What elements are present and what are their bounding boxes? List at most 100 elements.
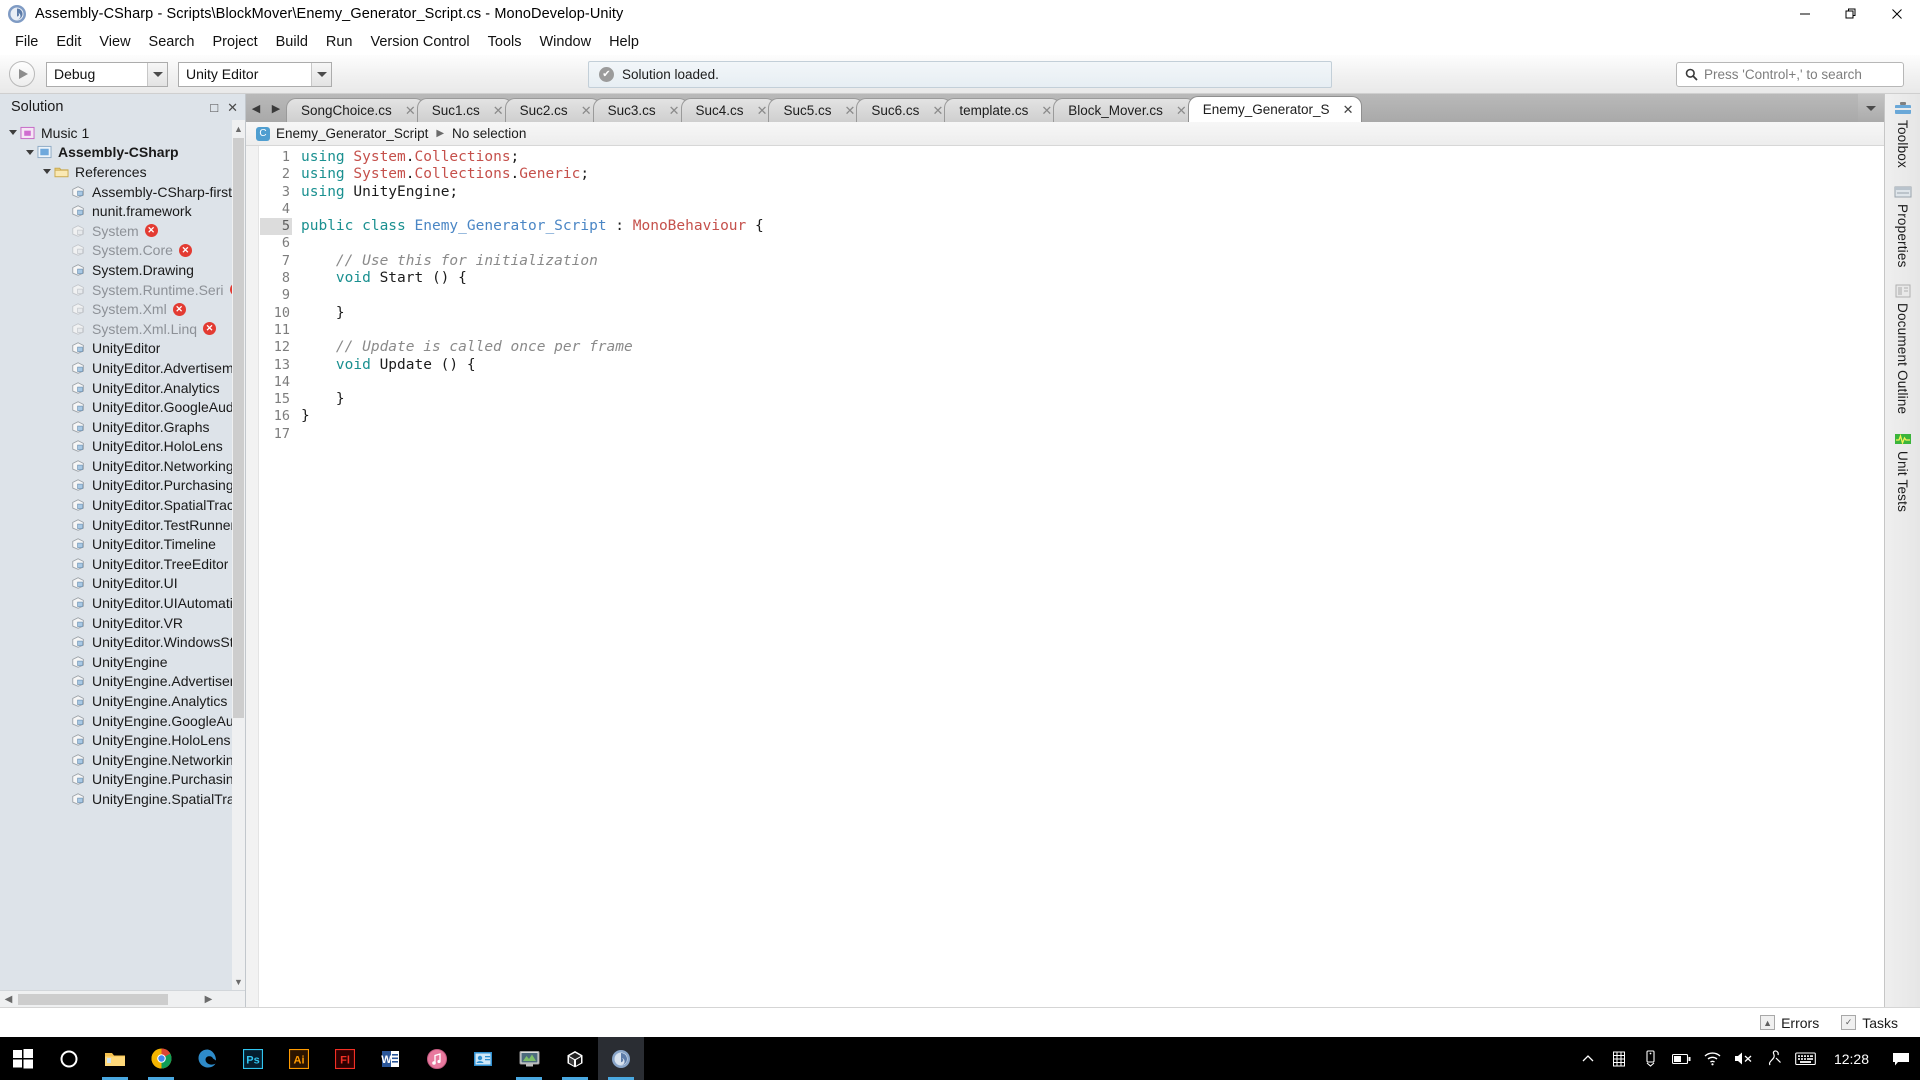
code-line[interactable]: 5 public class Enemy_Generator_Script : M… bbox=[260, 218, 1884, 236]
tree-item[interactable]: UnityEditor bbox=[0, 339, 245, 359]
tasks-pad-button[interactable]: ✓ Tasks bbox=[1841, 1015, 1898, 1031]
editor-tab[interactable]: Suc1.cs ✕ bbox=[416, 98, 513, 122]
tree-item[interactable]: UnityEngine.SpatialTracking bbox=[0, 789, 245, 809]
tabs-scroll-left-button[interactable]: ◀ bbox=[246, 94, 266, 122]
code-line[interactable]: 14 bbox=[260, 374, 1884, 391]
tree-item[interactable]: UnityEditor.WindowsStandalone bbox=[0, 632, 245, 652]
menu-item-file[interactable]: File bbox=[6, 31, 47, 53]
code-line[interactable]: 15 } bbox=[260, 391, 1884, 408]
tabs-scroll-right-button[interactable]: ▶ bbox=[266, 94, 286, 122]
taskbar-microsoft-edge[interactable] bbox=[184, 1037, 230, 1080]
expander-triangle-icon[interactable] bbox=[6, 130, 20, 136]
tab-close-icon[interactable]: ✕ bbox=[1343, 102, 1354, 118]
taskbar-start-button[interactable] bbox=[0, 1037, 46, 1080]
runtime-dropdown[interactable]: Unity Editor bbox=[178, 61, 332, 87]
menu-item-help[interactable]: Help bbox=[600, 31, 648, 53]
code-line[interactable]: 7 // Use this for initialization bbox=[260, 253, 1884, 270]
menu-item-edit[interactable]: Edit bbox=[47, 31, 90, 53]
tree-item[interactable]: UnityEngine bbox=[0, 652, 245, 672]
tree-item[interactable]: UnityEditor.Advertisements bbox=[0, 358, 245, 378]
tree-item[interactable]: UnityEditor.TreeEditor bbox=[0, 554, 245, 574]
configuration-dropdown[interactable]: Debug bbox=[46, 61, 168, 87]
editor-tab[interactable]: Enemy_Generator_S ✕ bbox=[1187, 96, 1363, 122]
status-message-pane[interactable]: ✔ Solution loaded. bbox=[588, 61, 1332, 88]
taskbar-cortana-search[interactable] bbox=[46, 1037, 92, 1080]
tree-item[interactable]: System ✕ bbox=[0, 221, 245, 241]
editor-tab[interactable]: Suc6.cs ✕ bbox=[856, 98, 953, 122]
tree-item[interactable]: References bbox=[0, 162, 245, 182]
errors-pad-button[interactable]: ▲ Errors bbox=[1760, 1015, 1819, 1031]
tab-close-icon[interactable]: ✕ bbox=[757, 103, 768, 119]
tree-item[interactable]: nunit.framework bbox=[0, 201, 245, 221]
taskbar-photoshop[interactable]: Ps bbox=[230, 1037, 276, 1080]
expander-triangle-icon[interactable] bbox=[40, 169, 54, 175]
maximize-button[interactable] bbox=[1828, 0, 1874, 29]
tree-item[interactable]: Assembly-CSharp-firstpass bbox=[0, 182, 245, 202]
tree-item[interactable]: System.Xml ✕ bbox=[0, 299, 245, 319]
breadcrumb-member[interactable]: No selection bbox=[452, 126, 526, 141]
tree-item[interactable]: UnityEditor.GoogleAudioSpatia bbox=[0, 397, 245, 417]
dock-item-unit-tests[interactable]: Unit Tests bbox=[1886, 431, 1920, 512]
notifications-icon[interactable] bbox=[1882, 1037, 1920, 1080]
tree-item[interactable]: System.Runtime.Serialization✕ bbox=[0, 280, 245, 300]
code-line[interactable]: 9 bbox=[260, 287, 1884, 304]
battery-icon[interactable] bbox=[1666, 1037, 1697, 1080]
editor-tab[interactable]: Block_Mover.cs ✕ bbox=[1053, 98, 1196, 122]
editor-tab[interactable]: Suc2.cs ✕ bbox=[504, 98, 601, 122]
tree-item[interactable]: UnityEditor.HoloLens bbox=[0, 437, 245, 457]
tab-close-icon[interactable]: ✕ bbox=[845, 103, 856, 119]
show-hidden-icons[interactable] bbox=[1573, 1037, 1604, 1080]
code-line[interactable]: 16} bbox=[260, 408, 1884, 425]
dock-item-document-outline[interactable]: Document Outline bbox=[1886, 283, 1920, 415]
menu-item-build[interactable]: Build bbox=[267, 31, 317, 53]
pen-workspace-icon[interactable] bbox=[1759, 1037, 1790, 1080]
tree-item[interactable]: UnityEditor.UIAutomation bbox=[0, 593, 245, 613]
code-line[interactable]: 6 bbox=[260, 235, 1884, 252]
taskbar-itunes[interactable] bbox=[414, 1037, 460, 1080]
tab-close-icon[interactable]: ✕ bbox=[405, 103, 416, 119]
tree-item[interactable]: Assembly-CSharp bbox=[0, 143, 245, 163]
taskbar-clock[interactable]: 12:28 bbox=[1821, 1051, 1882, 1067]
tree-item[interactable]: System.Drawing bbox=[0, 260, 245, 280]
tree-item[interactable]: UnityEditor.Graphs bbox=[0, 417, 245, 437]
editor-tab[interactable]: template.cs ✕ bbox=[944, 98, 1062, 122]
menu-item-version-control[interactable]: Version Control bbox=[362, 31, 479, 53]
code-line[interactable]: 11 bbox=[260, 322, 1884, 339]
tree-item[interactable]: System.Xml.Linq ✕ bbox=[0, 319, 245, 339]
taskbar-microsoft-word[interactable]: W bbox=[368, 1037, 414, 1080]
tree-item[interactable]: UnityEngine.Networking bbox=[0, 750, 245, 770]
taskbar-flash[interactable]: Fl bbox=[322, 1037, 368, 1080]
editor-tab[interactable]: SongChoice.cs ✕ bbox=[286, 98, 425, 122]
editor-tab[interactable]: Suc3.cs ✕ bbox=[592, 98, 689, 122]
taskbar-unity-editor[interactable] bbox=[552, 1037, 598, 1080]
code-line[interactable]: 10 } bbox=[260, 305, 1884, 322]
onenote-tray-icon[interactable] bbox=[1604, 1037, 1635, 1080]
tree-item[interactable]: UnityEditor.UI bbox=[0, 574, 245, 594]
tree-item[interactable]: UnityEngine.HoloLens bbox=[0, 730, 245, 750]
pad-minimize-button[interactable]: □ bbox=[210, 101, 218, 114]
search-input[interactable]: Press 'Control+,' to search bbox=[1676, 62, 1904, 87]
scroll-down-icon[interactable]: ▼ bbox=[232, 973, 245, 990]
editor-tab[interactable]: Suc4.cs ✕ bbox=[680, 98, 777, 122]
tab-close-icon[interactable]: ✕ bbox=[493, 103, 504, 119]
breadcrumb-class[interactable]: Enemy_Generator_Script bbox=[276, 126, 428, 141]
taskbar-illustrator[interactable]: Ai bbox=[276, 1037, 322, 1080]
code-line[interactable]: 12 // Update is called once per frame bbox=[260, 339, 1884, 356]
scrollbar-thumb[interactable] bbox=[233, 138, 244, 718]
tree-item[interactable]: Music 1 bbox=[0, 123, 245, 143]
expander-triangle-icon[interactable] bbox=[23, 149, 37, 155]
code-folding-margin[interactable] bbox=[246, 146, 259, 1007]
hscrollbar-thumb[interactable] bbox=[18, 994, 168, 1005]
tree-item[interactable]: UnityEditor.Analytics bbox=[0, 378, 245, 398]
code-line[interactable]: 4 bbox=[260, 201, 1884, 218]
scroll-up-icon[interactable]: ▲ bbox=[232, 120, 245, 137]
minimize-button[interactable] bbox=[1782, 0, 1828, 29]
menu-item-project[interactable]: Project bbox=[204, 31, 267, 53]
tree-item[interactable]: UnityEditor.Timeline bbox=[0, 534, 245, 554]
code-line[interactable]: 17 bbox=[260, 426, 1884, 443]
taskbar-file-explorer[interactable] bbox=[92, 1037, 138, 1080]
tab-close-icon[interactable]: ✕ bbox=[1176, 103, 1187, 119]
wifi-icon[interactable] bbox=[1697, 1037, 1728, 1080]
tree-item[interactable]: System.Core ✕ bbox=[0, 241, 245, 261]
code-line[interactable]: 13 void Update () { bbox=[260, 357, 1884, 374]
